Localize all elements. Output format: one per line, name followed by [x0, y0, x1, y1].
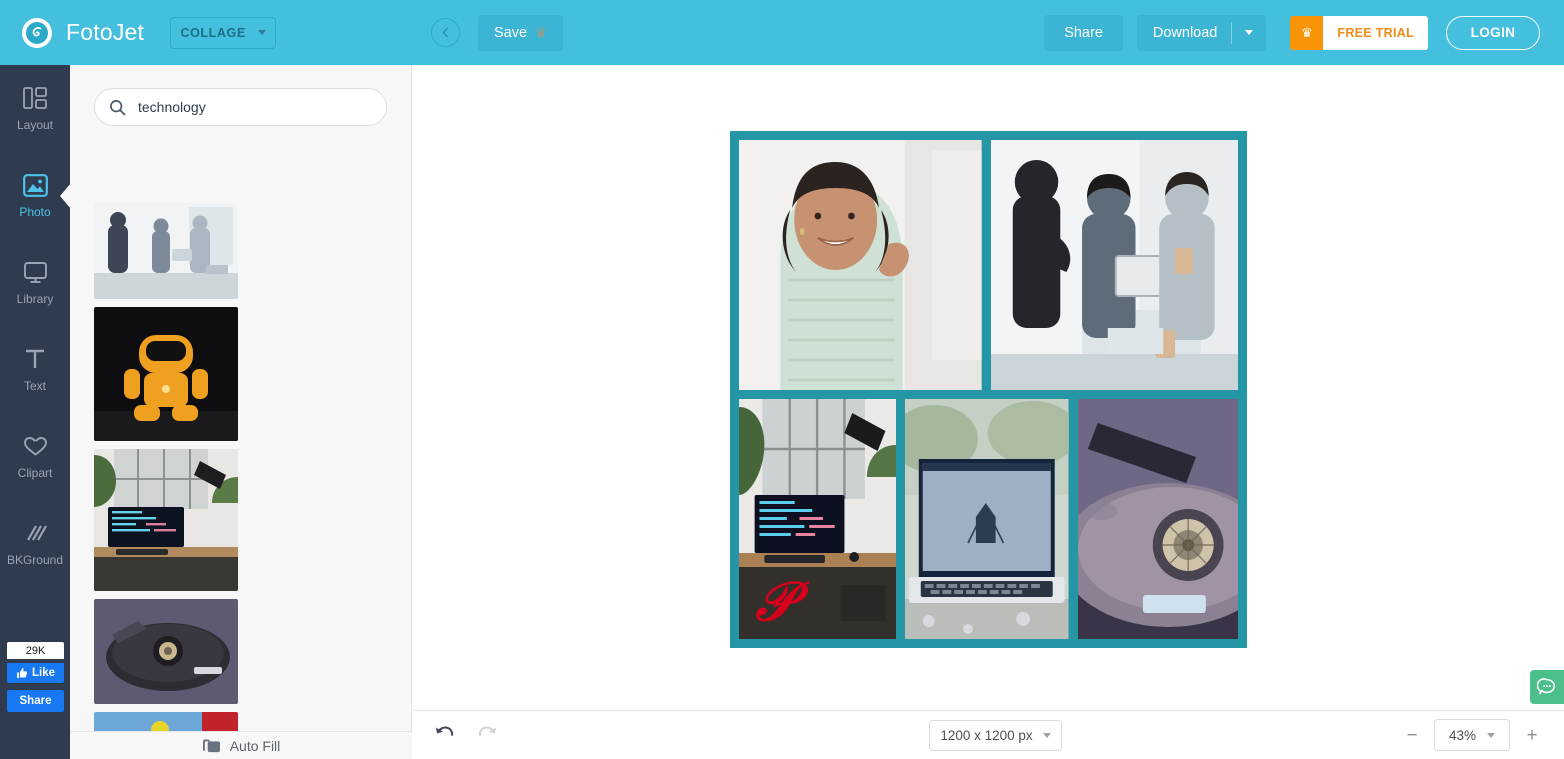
photo-thumbnail[interactable]: [94, 203, 238, 299]
canvas-size-value: 1200 x 1200 px: [940, 728, 1033, 743]
collage-cell-image: [905, 399, 1069, 639]
zoom-level-value: 43%: [1448, 727, 1477, 743]
thumbs-up-icon: [16, 668, 28, 678]
save-button-label: Save: [494, 24, 528, 41]
sidebar-item-label: Layout: [16, 118, 54, 132]
sidebar-item-label: BKGround: [6, 553, 64, 567]
auto-fill-label: Auto Fill: [229, 737, 281, 754]
redo-button[interactable]: [477, 723, 499, 748]
redo-arrow-icon: [478, 726, 497, 736]
facebook-like-widget: 29K Like Share: [7, 642, 64, 712]
sidebar-item-label: Photo: [19, 205, 51, 219]
sidebar-item-bkground[interactable]: BKGround: [0, 500, 70, 587]
undo-redo-group: [433, 723, 499, 748]
zoom-level-select[interactable]: 43%: [1434, 719, 1510, 751]
heart-icon: [23, 433, 48, 459]
share-button[interactable]: Share: [1044, 14, 1123, 51]
facebook-like-button[interactable]: Like: [7, 663, 64, 683]
free-trial-button[interactable]: ♛ FREE TRIAL: [1290, 15, 1428, 50]
top-header-bar: FotoJet COLLAGE Save ♕ Share Download ♛: [0, 0, 1564, 65]
chevron-down-icon: [1245, 30, 1254, 35]
crown-icon: ♛: [1290, 15, 1324, 50]
download-button[interactable]: Download: [1136, 14, 1267, 51]
thumbnail-image: [94, 599, 238, 704]
brand-name: FotoJet: [66, 19, 145, 45]
zoom-in-button[interactable]: +: [1524, 726, 1540, 745]
collage-cell-image: [1077, 399, 1238, 639]
share-button-label: Share: [1064, 24, 1103, 41]
chevron-down-icon: [1042, 733, 1051, 738]
photo-search-panel: technology Auto Fill: [70, 65, 412, 759]
download-button-label: Download: [1152, 24, 1218, 41]
collage-row-bottom: 𝒫: [739, 399, 1238, 639]
thumbnail-image: [94, 449, 238, 591]
zoom-out-button[interactable]: −: [1404, 726, 1420, 745]
sidebar-item-text[interactable]: Text: [0, 326, 70, 413]
save-button[interactable]: Save ♕: [478, 14, 563, 51]
collage-row-top: [739, 140, 1238, 390]
mode-select-collage[interactable]: COLLAGE: [170, 16, 277, 49]
canvas-size-select[interactable]: 1200 x 1200 px: [929, 720, 1062, 751]
collage-cell[interactable]: [990, 140, 1238, 390]
photo-image-icon: [22, 172, 48, 198]
facebook-share-button[interactable]: Share: [7, 690, 64, 712]
monitor-screen-icon: [23, 259, 48, 285]
search-icon: [110, 99, 126, 115]
photo-thumbnail[interactable]: [94, 307, 238, 441]
auto-fill-icon: [202, 739, 220, 753]
photo-thumbnail-grid: [94, 203, 390, 759]
back-button[interactable]: [431, 18, 460, 47]
bottom-toolbar: 1200 x 1200 px − 43% +: [413, 710, 1564, 759]
chat-bubble-icon: [1537, 678, 1556, 695]
left-tool-rail: Layout Photo Library Text Clipart BKGrou…: [0, 65, 71, 759]
pinterest-save-icon[interactable]: 𝒫: [749, 573, 801, 631]
collage-cell-image: [990, 140, 1238, 390]
photo-thumbnail[interactable]: [94, 449, 238, 591]
photo-thumbnail[interactable]: [94, 599, 238, 704]
diagonal-stripes-icon: [23, 520, 48, 546]
collage-cell[interactable]: [1077, 399, 1238, 639]
crown-icon: ♕: [535, 25, 547, 40]
zoom-controls: − 43% +: [1404, 719, 1540, 751]
fotojet-swirl-logo-icon[interactable]: [22, 17, 52, 48]
chevron-down-icon: [1487, 732, 1496, 738]
login-button[interactable]: LOGIN: [1446, 15, 1540, 50]
facebook-like-label: Like: [31, 667, 55, 679]
sidebar-item-layout[interactable]: Layout: [0, 65, 70, 152]
collage-board[interactable]: 𝒫: [730, 131, 1247, 648]
brand-zone: FotoJet COLLAGE: [0, 0, 412, 65]
sidebar-item-label: Text: [23, 379, 46, 393]
chevron-left-icon: [442, 27, 452, 38]
sidebar-item-label: Clipart: [17, 466, 53, 480]
download-dropdown-toggle[interactable]: [1232, 30, 1266, 35]
collage-cell[interactable]: [739, 140, 982, 390]
search-input[interactable]: technology: [94, 88, 387, 126]
sidebar-item-library[interactable]: Library: [0, 239, 70, 326]
collage-cell[interactable]: [905, 399, 1069, 639]
auto-fill-button[interactable]: Auto Fill: [70, 731, 412, 759]
text-t-icon: [23, 346, 47, 372]
facebook-share-label: Share: [19, 695, 52, 707]
undo-button[interactable]: [433, 723, 455, 748]
collage-cell-image: [739, 140, 982, 390]
thumbnail-column-left: [94, 203, 238, 759]
login-button-label: LOGIN: [1470, 25, 1516, 40]
search-input-value: technology: [138, 99, 206, 115]
undo-arrow-icon: [435, 726, 454, 736]
thumbnail-image: [94, 307, 238, 441]
chevron-down-icon: [257, 30, 266, 35]
chat-support-button[interactable]: [1530, 670, 1564, 704]
thumbnail-image: [94, 203, 238, 299]
fotojet-collage-editor: FotoJet COLLAGE Save ♕ Share Download ♛: [0, 0, 1564, 759]
search-wrapper: technology: [70, 65, 411, 126]
layout-grid-icon: [23, 85, 47, 111]
facebook-like-count: 29K: [7, 642, 64, 659]
sidebar-item-clipart[interactable]: Clipart: [0, 413, 70, 500]
free-trial-label: FREE TRIAL: [1323, 15, 1428, 50]
sidebar-item-photo[interactable]: Photo: [0, 152, 71, 239]
editor-canvas[interactable]: 𝒫: [413, 65, 1564, 710]
mode-select-label: COLLAGE: [180, 25, 246, 40]
sidebar-item-label: Library: [16, 292, 54, 306]
collage-cell[interactable]: 𝒫: [739, 399, 897, 639]
